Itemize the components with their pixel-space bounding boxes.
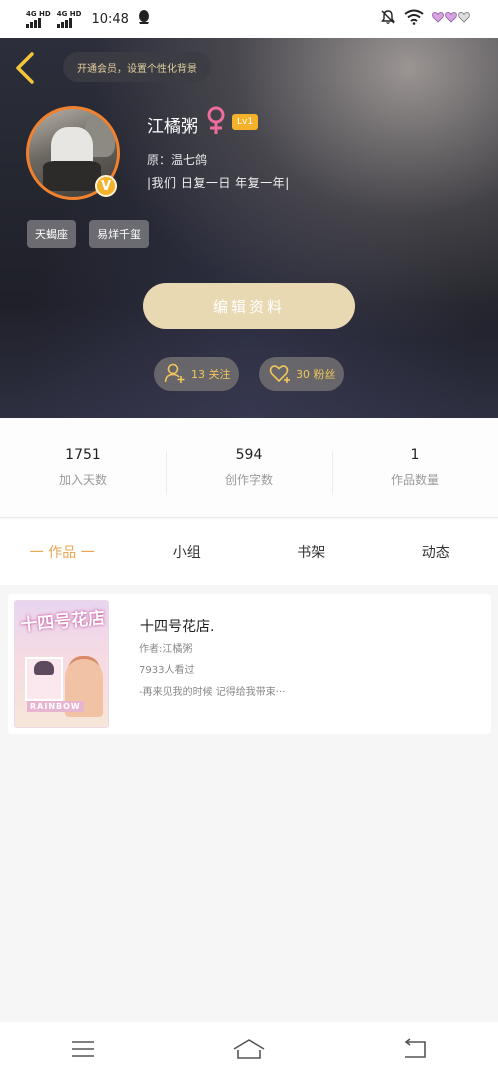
tab-bar: 一 作品 一 小组 书架 动态 [0, 519, 498, 585]
fans-button[interactable]: 30 粉丝 [259, 357, 344, 391]
network-type-2: 4G HD [56, 9, 82, 18]
clock: 10:48 [91, 11, 129, 27]
bio-content: 我们 日复一日 年复一年 [151, 176, 286, 190]
signal-indicator-1: 4G HD [26, 9, 51, 28]
tag-chip[interactable]: 易烊千玺 [89, 220, 149, 248]
stat-label: 加入天数 [58, 473, 107, 487]
back-button[interactable] [12, 50, 40, 86]
mute-bell-icon [380, 9, 396, 29]
tab-activity[interactable]: 动态 [374, 542, 498, 562]
stat-value: 1 [410, 447, 420, 463]
verified-badge: V [95, 175, 117, 197]
wifi-icon [404, 9, 424, 29]
tab-bookshelf[interactable]: 书架 [249, 542, 374, 562]
stat-label: 作品数量 [390, 473, 439, 487]
stat-label: 创作字数 [224, 473, 273, 487]
following-count: 13 关注 [191, 368, 231, 381]
signal-indicator-2: 4G HD [56, 9, 82, 28]
nav-menu-button[interactable] [53, 1031, 113, 1071]
profile-header: 开通会员，设置个性化背景 V 江橘粥 Lv1 原：温七鸽 |我们 日复一日 年复… [0, 38, 498, 418]
work-card[interactable]: 十四号花店 RAINBOW 十四号花店. 作者:江橘粥 7933人看过 -再来见… [8, 594, 491, 734]
stat-join-days: 1751 加入天数 [0, 447, 166, 488]
system-nav-bar [0, 1022, 498, 1080]
tab-groups[interactable]: 小组 [125, 542, 250, 562]
work-views: 7933人看过 [139, 665, 195, 676]
heart-icon [269, 362, 291, 387]
stat-value: 594 [235, 447, 263, 463]
back-icon [401, 1038, 429, 1064]
status-bar: 4G HD 4G HD 10:48 [0, 0, 498, 38]
vip-background-banner[interactable]: 开通会员，设置个性化背景 [63, 52, 211, 82]
level-badge: Lv1 [232, 114, 259, 130]
following-button[interactable]: 13 关注 [154, 357, 239, 391]
username: 江橘粥 [147, 117, 198, 137]
chevron-left-icon [12, 52, 40, 90]
vip-banner-label: 开通会员，设置个性化背景 [77, 63, 197, 75]
stat-works-count: 1 作品数量 [332, 447, 498, 495]
book-cover[interactable]: 十四号花店 RAINBOW [14, 600, 109, 728]
female-icon [205, 106, 227, 136]
tag-chip[interactable]: 天蝎座 [27, 220, 76, 248]
tab-works[interactable]: 一 作品 一 [0, 542, 125, 562]
work-excerpt: -再来见我的时候 记得给我带束··· [139, 687, 286, 698]
edit-profile-button[interactable]: 编辑资料 [143, 283, 355, 329]
nav-home-button[interactable] [219, 1031, 279, 1071]
bio-text: |我们 日复一日 年复一年| [147, 176, 290, 190]
menu-icon [70, 1039, 96, 1063]
stat-word-count: 594 创作字数 [166, 447, 332, 495]
cover-text: RAINBOW [27, 701, 84, 712]
nav-back-button[interactable] [385, 1031, 445, 1071]
battery-hearts-icon [432, 11, 472, 27]
work-title: 十四号花店. [140, 619, 215, 635]
home-icon [232, 1038, 266, 1064]
network-type-1: 4G HD [26, 9, 51, 18]
cover-title: 十四号花店 [19, 608, 106, 636]
qq-icon [137, 9, 151, 29]
origin-name: 原：温七鸽 [147, 153, 208, 167]
stats-row: 1751 加入天数 594 创作字数 1 作品数量 [0, 418, 498, 518]
add-user-icon [164, 362, 186, 387]
work-author: 作者:江橘粥 [139, 644, 193, 655]
fans-count: 30 粉丝 [296, 368, 336, 381]
stat-value: 1751 [65, 447, 101, 463]
